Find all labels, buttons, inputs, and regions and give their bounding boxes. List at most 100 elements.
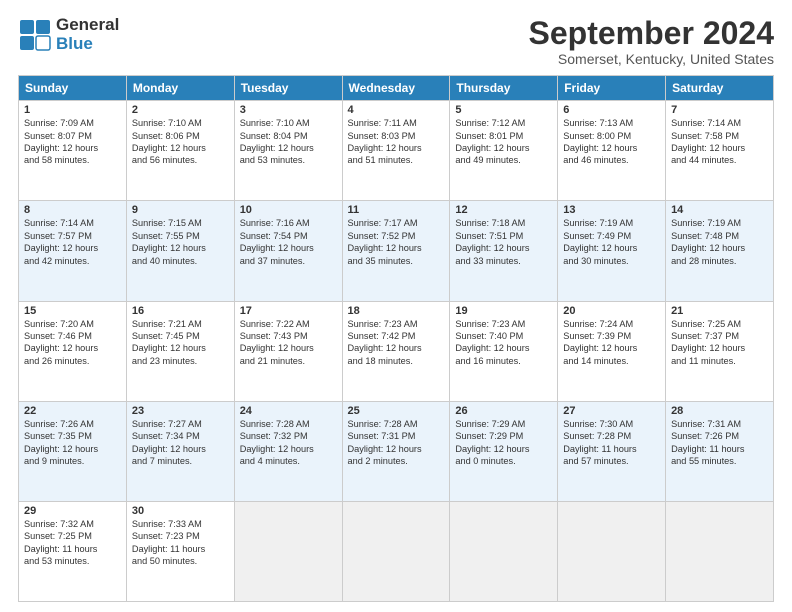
cell-line: and 40 minutes. <box>132 256 197 266</box>
week-row-4: 22Sunrise: 7:26 AMSunset: 7:35 PMDayligh… <box>19 401 774 501</box>
cell-line: and 50 minutes. <box>132 556 197 566</box>
cell-line: and 46 minutes. <box>563 155 628 165</box>
cell-line: Daylight: 12 hours <box>24 444 98 454</box>
cell-line: Sunset: 7:37 PM <box>671 331 739 341</box>
calendar-cell: 5Sunrise: 7:12 AMSunset: 8:01 PMDaylight… <box>450 101 558 201</box>
cell-line: Sunrise: 7:23 AM <box>455 319 525 329</box>
calendar-cell: 17Sunrise: 7:22 AMSunset: 7:43 PMDayligh… <box>234 301 342 401</box>
cell-line: and 18 minutes. <box>348 356 413 366</box>
calendar-cell <box>558 501 666 601</box>
cell-info: Sunrise: 7:27 AMSunset: 7:34 PMDaylight:… <box>132 418 229 468</box>
cell-info: Sunrise: 7:32 AMSunset: 7:25 PMDaylight:… <box>24 518 121 568</box>
header-row: SundayMondayTuesdayWednesdayThursdayFrid… <box>19 76 774 101</box>
cell-line: and 9 minutes. <box>24 456 84 466</box>
cell-line: Daylight: 12 hours <box>348 444 422 454</box>
cell-line: and 56 minutes. <box>132 155 197 165</box>
calendar-cell: 7Sunrise: 7:14 AMSunset: 7:58 PMDaylight… <box>666 101 774 201</box>
day-number: 26 <box>455 405 552 417</box>
calendar-cell: 14Sunrise: 7:19 AMSunset: 7:48 PMDayligh… <box>666 201 774 301</box>
calendar-cell: 23Sunrise: 7:27 AMSunset: 7:34 PMDayligh… <box>126 401 234 501</box>
logo-general: General <box>56 16 119 35</box>
cell-info: Sunrise: 7:25 AMSunset: 7:37 PMDaylight:… <box>671 318 768 368</box>
cell-line: and 57 minutes. <box>563 456 628 466</box>
cell-line: Sunrise: 7:24 AM <box>563 319 633 329</box>
cell-line: Sunrise: 7:31 AM <box>671 419 741 429</box>
cell-info: Sunrise: 7:19 AMSunset: 7:48 PMDaylight:… <box>671 217 768 267</box>
cell-line: and 14 minutes. <box>563 356 628 366</box>
day-number: 11 <box>348 204 445 216</box>
cell-line: and 44 minutes. <box>671 155 736 165</box>
day-number: 22 <box>24 405 121 417</box>
day-number: 16 <box>132 305 229 317</box>
cell-line: Daylight: 12 hours <box>563 343 637 353</box>
cell-line: and 4 minutes. <box>240 456 300 466</box>
calendar-cell: 2Sunrise: 7:10 AMSunset: 8:06 PMDaylight… <box>126 101 234 201</box>
cell-line: Daylight: 12 hours <box>671 143 745 153</box>
cell-line: Sunset: 7:52 PM <box>348 231 416 241</box>
cell-line: and 53 minutes. <box>240 155 305 165</box>
col-header-wednesday: Wednesday <box>342 76 450 101</box>
logo-icon <box>18 18 52 52</box>
calendar-cell: 28Sunrise: 7:31 AMSunset: 7:26 PMDayligh… <box>666 401 774 501</box>
cell-line: Daylight: 12 hours <box>132 444 206 454</box>
calendar-cell: 20Sunrise: 7:24 AMSunset: 7:39 PMDayligh… <box>558 301 666 401</box>
day-number: 18 <box>348 305 445 317</box>
cell-line: and 37 minutes. <box>240 256 305 266</box>
cell-line: Sunrise: 7:14 AM <box>24 218 94 228</box>
day-number: 14 <box>671 204 768 216</box>
cell-line: Daylight: 11 hours <box>563 444 636 454</box>
cell-info: Sunrise: 7:18 AMSunset: 7:51 PMDaylight:… <box>455 217 552 267</box>
cell-line: Sunset: 7:54 PM <box>240 231 308 241</box>
cell-line: and 23 minutes. <box>132 356 197 366</box>
cell-info: Sunrise: 7:29 AMSunset: 7:29 PMDaylight:… <box>455 418 552 468</box>
cell-info: Sunrise: 7:17 AMSunset: 7:52 PMDaylight:… <box>348 217 445 267</box>
cell-info: Sunrise: 7:10 AMSunset: 8:04 PMDaylight:… <box>240 117 337 167</box>
cell-line: Daylight: 12 hours <box>24 243 98 253</box>
cell-line: Sunset: 7:51 PM <box>455 231 523 241</box>
cell-line: Daylight: 12 hours <box>24 143 98 153</box>
day-number: 30 <box>132 505 229 517</box>
day-number: 13 <box>563 204 660 216</box>
calendar-cell: 11Sunrise: 7:17 AMSunset: 7:52 PMDayligh… <box>342 201 450 301</box>
cell-info: Sunrise: 7:26 AMSunset: 7:35 PMDaylight:… <box>24 418 121 468</box>
day-number: 19 <box>455 305 552 317</box>
calendar-cell: 4Sunrise: 7:11 AMSunset: 8:03 PMDaylight… <box>342 101 450 201</box>
cell-line: Daylight: 12 hours <box>348 143 422 153</box>
cell-info: Sunrise: 7:15 AMSunset: 7:55 PMDaylight:… <box>132 217 229 267</box>
cell-line: Sunrise: 7:15 AM <box>132 218 202 228</box>
cell-line: Sunset: 7:40 PM <box>455 331 523 341</box>
day-number: 9 <box>132 204 229 216</box>
cell-line: and 53 minutes. <box>24 556 89 566</box>
cell-info: Sunrise: 7:24 AMSunset: 7:39 PMDaylight:… <box>563 318 660 368</box>
calendar-cell <box>342 501 450 601</box>
day-number: 2 <box>132 104 229 116</box>
cell-info: Sunrise: 7:10 AMSunset: 8:06 PMDaylight:… <box>132 117 229 167</box>
calendar-cell: 3Sunrise: 7:10 AMSunset: 8:04 PMDaylight… <box>234 101 342 201</box>
cell-line: Sunrise: 7:10 AM <box>240 118 310 128</box>
week-row-3: 15Sunrise: 7:20 AMSunset: 7:46 PMDayligh… <box>19 301 774 401</box>
cell-line: and 33 minutes. <box>455 256 520 266</box>
cell-line: Sunset: 7:29 PM <box>455 431 523 441</box>
cell-line: Sunset: 7:35 PM <box>24 431 92 441</box>
calendar-table: SundayMondayTuesdayWednesdayThursdayFrid… <box>18 75 774 602</box>
cell-line: Daylight: 12 hours <box>455 343 529 353</box>
cell-line: Sunrise: 7:23 AM <box>348 319 418 329</box>
calendar-cell <box>666 501 774 601</box>
day-number: 10 <box>240 204 337 216</box>
page: General Blue September 2024 Somerset, Ke… <box>0 0 792 612</box>
cell-line: and 35 minutes. <box>348 256 413 266</box>
calendar-cell: 1Sunrise: 7:09 AMSunset: 8:07 PMDaylight… <box>19 101 127 201</box>
calendar-cell: 30Sunrise: 7:33 AMSunset: 7:23 PMDayligh… <box>126 501 234 601</box>
cell-line: Sunset: 7:31 PM <box>348 431 416 441</box>
cell-line: and 26 minutes. <box>24 356 89 366</box>
cell-line: Daylight: 12 hours <box>240 343 314 353</box>
cell-line: Sunrise: 7:29 AM <box>455 419 525 429</box>
calendar-cell: 16Sunrise: 7:21 AMSunset: 7:45 PMDayligh… <box>126 301 234 401</box>
header: General Blue September 2024 Somerset, Ke… <box>18 16 774 67</box>
day-number: 25 <box>348 405 445 417</box>
cell-line: Sunrise: 7:10 AM <box>132 118 202 128</box>
cell-info: Sunrise: 7:31 AMSunset: 7:26 PMDaylight:… <box>671 418 768 468</box>
cell-line: Sunrise: 7:12 AM <box>455 118 525 128</box>
cell-line: Sunset: 7:55 PM <box>132 231 200 241</box>
cell-line: Daylight: 12 hours <box>132 143 206 153</box>
